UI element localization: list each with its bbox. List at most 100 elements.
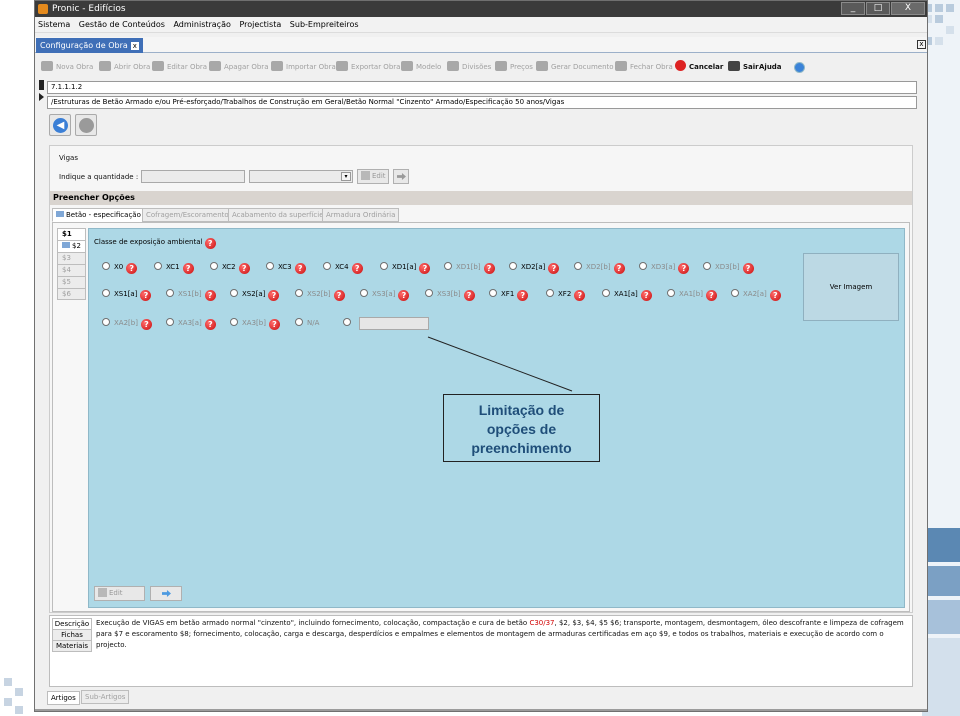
menu-sistema[interactable]: Sistema bbox=[35, 17, 73, 33]
option-xa3a[interactable]: XA3[a]? bbox=[166, 317, 216, 330]
radio-button[interactable] bbox=[380, 262, 388, 270]
tab-acabamento-superficie[interactable]: Acabamento da superfície bbox=[228, 208, 328, 222]
radio-button[interactable] bbox=[731, 289, 739, 297]
help-icon[interactable]: ? bbox=[182, 263, 194, 274]
radio-button[interactable] bbox=[667, 289, 675, 297]
option-xd2a[interactable]: XD2[a]? bbox=[509, 261, 560, 274]
option-xs2a[interactable]: XS2[a]? bbox=[230, 288, 280, 301]
minimize-button[interactable]: _ bbox=[841, 2, 865, 15]
help-icon[interactable]: ? bbox=[613, 263, 625, 274]
option-xs1b[interactable]: XS1[b]? bbox=[166, 288, 216, 301]
radio-button[interactable] bbox=[574, 262, 582, 270]
help-icon[interactable]: ? bbox=[742, 263, 754, 274]
help-icon[interactable]: ? bbox=[640, 290, 652, 301]
option-xs3b[interactable]: XS3[b]? bbox=[425, 288, 475, 301]
help-icon[interactable]: ? bbox=[204, 290, 216, 301]
radio-button[interactable] bbox=[230, 318, 238, 326]
radio-button[interactable] bbox=[210, 262, 218, 270]
radio-button[interactable] bbox=[166, 318, 174, 326]
unit-select[interactable]: ▾ bbox=[249, 170, 353, 183]
help-icon[interactable]: ? bbox=[419, 263, 431, 274]
help-icon[interactable]: ? bbox=[574, 290, 586, 301]
side-tab-6[interactable]: $6 bbox=[57, 288, 86, 300]
option-xd1b[interactable]: XD1[b]? bbox=[444, 261, 495, 274]
option-xs1a[interactable]: XS1[a]? bbox=[102, 288, 152, 301]
swap-arrows-button[interactable] bbox=[150, 586, 182, 601]
help-icon[interactable]: ? bbox=[678, 263, 690, 274]
export-project-button[interactable]: Exportar Obra bbox=[336, 57, 400, 77]
menu-projectista[interactable]: Projectista bbox=[236, 17, 284, 33]
help-icon[interactable]: ? bbox=[483, 263, 495, 274]
radio-button[interactable] bbox=[602, 289, 610, 297]
side-tab-4[interactable]: $4 bbox=[57, 264, 86, 276]
tab-cofragem-escoramento[interactable]: Cofragem/Escoramento bbox=[142, 208, 233, 222]
radio-button[interactable] bbox=[323, 262, 331, 270]
tab-armadura-ordinaria[interactable]: Armadura Ordinária bbox=[322, 208, 400, 222]
radio-button[interactable] bbox=[154, 262, 162, 270]
help-icon[interactable]: ? bbox=[140, 319, 152, 330]
radio-button[interactable] bbox=[102, 262, 110, 270]
tab-descricao[interactable]: Descrição bbox=[52, 618, 92, 630]
option-xs2b[interactable]: XS2[b]? bbox=[295, 288, 345, 301]
help-icon[interactable]: ? bbox=[398, 290, 410, 301]
option-xc1[interactable]: XC1? bbox=[154, 261, 194, 274]
radio-button[interactable] bbox=[546, 289, 554, 297]
option-xa1b[interactable]: XA1[b]? bbox=[667, 288, 717, 301]
generate-document-button[interactable]: Gerar Documento bbox=[536, 57, 614, 77]
option-na[interactable]: N/A bbox=[295, 317, 319, 329]
help-icon[interactable]: ? bbox=[351, 263, 363, 274]
option-xa2b[interactable]: XA2[b]? bbox=[102, 317, 152, 330]
tab-artigos[interactable]: Artigos bbox=[47, 691, 80, 705]
quantity-input[interactable] bbox=[141, 170, 245, 183]
quantity-edit-button[interactable]: Edit bbox=[357, 169, 389, 184]
option-other[interactable] bbox=[343, 317, 355, 329]
option-x0[interactable]: X0? bbox=[102, 261, 138, 274]
back-button[interactable]: ◀ bbox=[49, 114, 71, 136]
help-icon[interactable]: ? bbox=[769, 290, 781, 301]
radio-button[interactable] bbox=[102, 318, 110, 326]
radio-button[interactable] bbox=[703, 262, 711, 270]
option-xc4[interactable]: XC4? bbox=[323, 261, 363, 274]
option-xc2[interactable]: XC2? bbox=[210, 261, 250, 274]
option-xd1a[interactable]: XD1[a]? bbox=[380, 261, 431, 274]
tab-sub-artigos[interactable]: Sub-Artigos bbox=[81, 690, 130, 704]
option-xf2[interactable]: XF2? bbox=[546, 288, 586, 301]
prices-button[interactable]: Preços bbox=[495, 57, 533, 77]
quantity-apply-button[interactable] bbox=[393, 169, 409, 184]
close-window-button[interactable]: X bbox=[891, 2, 925, 15]
option-xd2b[interactable]: XD2[b]? bbox=[574, 261, 625, 274]
radio-button[interactable] bbox=[295, 289, 303, 297]
menu-administracao[interactable]: Administração bbox=[170, 17, 233, 33]
radio-button[interactable] bbox=[489, 289, 497, 297]
radio-button[interactable] bbox=[425, 289, 433, 297]
close-project-button[interactable]: Fechar Obra bbox=[615, 57, 673, 77]
radio-button[interactable] bbox=[639, 262, 647, 270]
help-icon[interactable]: ? bbox=[333, 290, 345, 301]
radio-button[interactable] bbox=[166, 289, 174, 297]
menu-gestao-conteudos[interactable]: Gestão de Conteúdos bbox=[76, 17, 168, 33]
menu-sub-empreiteiros[interactable]: Sub-Empreiteiros bbox=[287, 17, 362, 33]
option-xa2a[interactable]: XA2[a]? bbox=[731, 288, 781, 301]
radio-button[interactable] bbox=[295, 318, 303, 326]
help-icon[interactable]: ? bbox=[204, 238, 216, 249]
option-xa1a[interactable]: XA1[a]? bbox=[602, 288, 652, 301]
option-edit-button[interactable]: Edit bbox=[94, 586, 145, 601]
model-button[interactable]: Modelo bbox=[401, 57, 441, 77]
open-project-button[interactable]: Abrir Obra bbox=[99, 57, 150, 77]
help-icon[interactable]: ? bbox=[268, 319, 280, 330]
new-project-button[interactable]: Nova Obra bbox=[41, 57, 93, 77]
radio-button[interactable] bbox=[509, 262, 517, 270]
cancel-button[interactable]: Cancelar bbox=[675, 57, 723, 77]
help-button[interactable]: Ajuda bbox=[759, 57, 805, 77]
option-xs3a[interactable]: XS3[a]? bbox=[360, 288, 410, 301]
option-xc3[interactable]: XC3? bbox=[266, 261, 306, 274]
radio-button[interactable] bbox=[102, 289, 110, 297]
edit-project-button[interactable]: Editar Obra bbox=[152, 57, 207, 77]
side-tab-5[interactable]: $5 bbox=[57, 276, 86, 288]
maximize-button[interactable]: □ bbox=[866, 2, 890, 15]
close-all-icon[interactable]: x bbox=[917, 40, 926, 49]
help-icon[interactable]: ? bbox=[548, 263, 560, 274]
view-image-button[interactable]: Ver Imagem bbox=[803, 253, 899, 321]
import-project-button[interactable]: Importar Obra bbox=[271, 57, 336, 77]
option-xd3a[interactable]: XD3[a]? bbox=[639, 261, 690, 274]
